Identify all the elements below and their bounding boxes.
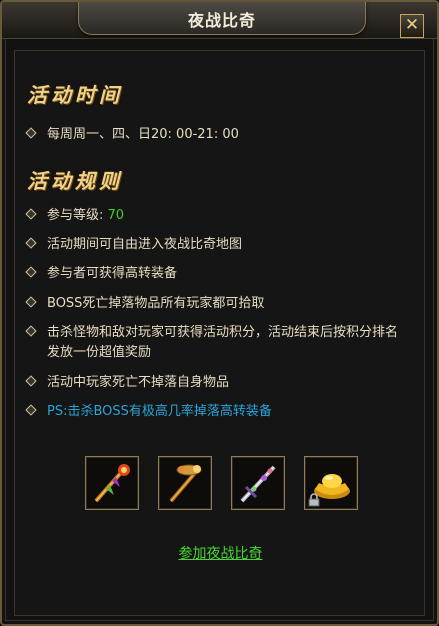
- join-event-link[interactable]: 参加夜战比奇: [15, 543, 426, 563]
- rule-item: BOSS死亡掉落物品所有玩家都可拾取: [25, 294, 407, 314]
- diamond-bullet-icon: [25, 266, 37, 278]
- diamond-bullet-icon: [25, 375, 37, 387]
- time-text: 每周周一、四、日20: 00-21: 00: [47, 127, 239, 142]
- crystal-sword-icon: [240, 465, 276, 503]
- reward-slot-1[interactable]: [85, 456, 139, 510]
- rule-text: 活动中玩家死亡不掉落自身物品: [47, 375, 230, 390]
- rule-text: 击杀怪物和敌对玩家可获得活动积分，活动结束后按积分排名发放一份超值奖励: [47, 325, 399, 360]
- lock-icon: [308, 493, 320, 507]
- rule-text: 参与者可获得高转装备: [47, 266, 178, 281]
- rule-item: 活动期间可自由进入夜战比奇地图: [25, 235, 407, 255]
- flame-staff-icon: [94, 464, 130, 503]
- rule-item: 参与者可获得高转装备: [25, 264, 407, 284]
- content-area: 活动时间 每周周一、四、日20: 00-21: 00 活动规则 参与等级: 70…: [14, 50, 425, 616]
- level-value: 70: [107, 208, 125, 223]
- rule-text: BOSS死亡掉落物品所有玩家都可拾取: [47, 296, 265, 311]
- ps-note: PS:击杀BOSS有极高几率掉落高转装备: [47, 404, 272, 419]
- diamond-bullet-icon: [25, 404, 37, 416]
- title-bar: 夜战比奇 ✕: [2, 2, 437, 39]
- rule-item-level: 参与等级: 70: [25, 206, 407, 226]
- diamond-bullet-icon: [25, 237, 37, 249]
- close-icon: ✕: [404, 15, 420, 35]
- diamond-bullet-icon: [25, 296, 37, 308]
- reward-slot-2[interactable]: [158, 456, 212, 510]
- rules-heading: 活动规则: [27, 169, 123, 193]
- diamond-bullet-icon: [25, 325, 37, 337]
- rule-text: 活动期间可自由进入夜战比奇地图: [47, 237, 243, 252]
- diamond-bullet-icon: [25, 127, 37, 139]
- ps-item: PS:击杀BOSS有极高几率掉落高转装备: [25, 402, 407, 422]
- rule-item: 活动中玩家死亡不掉落自身物品: [25, 373, 407, 393]
- title-plate: 夜战比奇: [78, 2, 366, 35]
- diamond-bullet-icon: [25, 208, 37, 220]
- reward-slot-4[interactable]: [304, 456, 358, 510]
- event-panel: 夜战比奇 ✕ 活动时间 每周周一、四、日20: 00-21: 00 活动规则 参…: [0, 0, 439, 626]
- reward-slot-3[interactable]: [231, 456, 285, 510]
- window-title: 夜战比奇: [187, 11, 256, 30]
- time-item: 每周周一、四、日20: 00-21: 00: [25, 125, 407, 145]
- level-label: 参与等级:: [47, 208, 108, 223]
- close-button[interactable]: ✕: [400, 14, 424, 38]
- time-heading: 活动时间: [27, 83, 123, 107]
- golden-scepter-icon: [169, 464, 202, 503]
- rule-item: 击杀怪物和敌对玩家可获得活动积分，活动结束后按积分排名发放一份超值奖励: [25, 323, 407, 363]
